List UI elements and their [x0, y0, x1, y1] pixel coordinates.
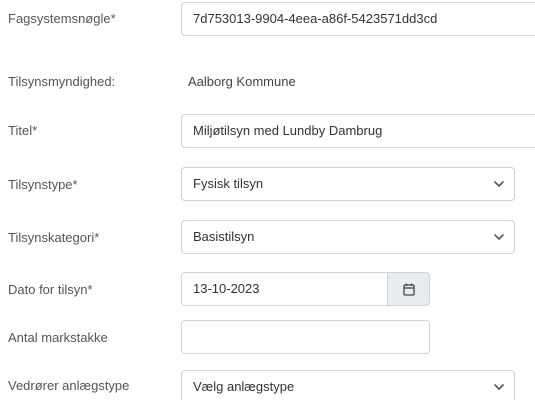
- chevron-down-icon: [494, 234, 504, 240]
- system-key-field[interactable]: 7d753013-9904-4eea-a86f-5423571dd3cd: [181, 2, 535, 36]
- inspection-type-selected: Fysisk tilsyn: [193, 176, 264, 191]
- field-stacks-label: Antal markstakke: [8, 330, 108, 345]
- chevron-down-icon: [494, 181, 504, 187]
- calendar-icon: [403, 283, 415, 296]
- system-key-row: Fagsystemsnøgle* 7d753013-9904-4eea-a86f…: [0, 0, 535, 40]
- chevron-down-icon: [494, 384, 504, 390]
- inspection-date-group: 13-10-2023: [181, 272, 430, 306]
- authority-row: Tilsynsmyndighed: Aalborg Kommune: [0, 60, 535, 100]
- title-field[interactable]: Miljøtilsyn med Lundby Dambrug: [181, 114, 535, 148]
- inspection-type-select[interactable]: Fysisk tilsyn: [181, 167, 515, 201]
- inspection-date-label: Dato for tilsyn*: [8, 282, 93, 297]
- inspection-type-row: Tilsynstype* Fysisk tilsyn: [0, 166, 535, 206]
- title-label: Titel*: [8, 123, 38, 138]
- title-row: Titel* Miljøtilsyn med Lundby Dambrug: [0, 112, 535, 152]
- inspection-date-input[interactable]: 13-10-2023: [181, 272, 387, 306]
- inspection-category-row: Tilsynskategori* Basistilsyn: [0, 219, 535, 259]
- facility-type-selected: Vælg anlægstype: [193, 379, 295, 394]
- inspection-type-label: Tilsynstype*: [8, 177, 78, 192]
- facility-type-select[interactable]: Vælg anlægstype: [181, 370, 515, 400]
- authority-value: Aalborg Kommune: [188, 74, 296, 89]
- inspection-category-select[interactable]: Basistilsyn: [181, 220, 515, 254]
- inspection-date-row: Dato for tilsyn* 13-10-2023: [0, 271, 535, 311]
- inspection-category-label: Tilsynskategori*: [8, 230, 100, 245]
- inspection-category-selected: Basistilsyn: [193, 229, 255, 244]
- authority-label: Tilsynsmyndighed:: [8, 74, 116, 89]
- inspection-form: Fagsystemsnøgle* 7d753013-9904-4eea-a86f…: [0, 0, 535, 400]
- date-picker-button[interactable]: [387, 272, 430, 306]
- facility-type-label: Vedrører anlægstype: [8, 378, 130, 393]
- field-stacks-input[interactable]: [181, 320, 430, 354]
- system-key-label: Fagsystemsnøgle*: [8, 11, 116, 26]
- facility-type-row: Vedrører anlægstype Vælg anlægstype: [0, 370, 535, 400]
- field-stacks-row: Antal markstakke: [0, 319, 535, 359]
